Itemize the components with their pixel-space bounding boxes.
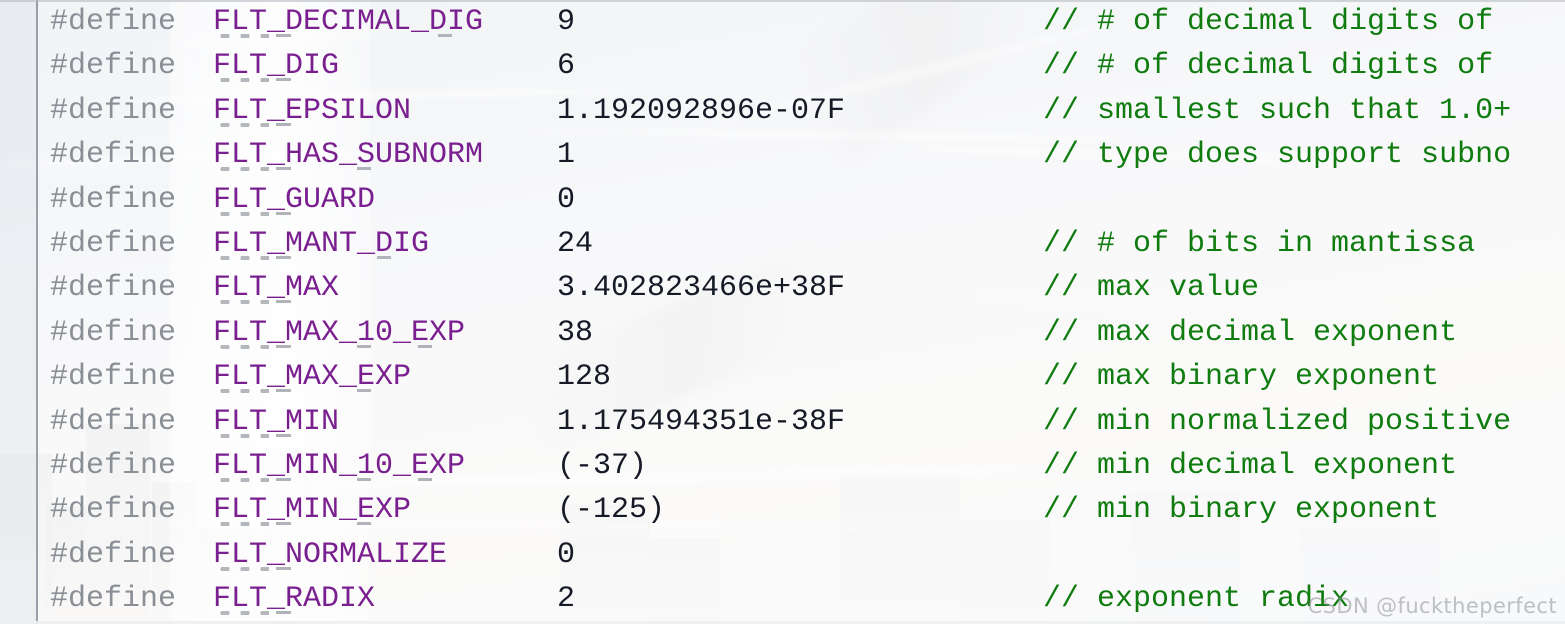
code-line[interactable]: #define FLT_MAX_EXP 128 // max binary expon… bbox=[0, 355, 1565, 399]
preprocessor-directive: #define bbox=[50, 182, 177, 217]
underscore-underline-mark bbox=[357, 522, 372, 526]
preprocessor-directive: #define bbox=[50, 271, 177, 306]
preprocessor-directive: #define bbox=[50, 537, 177, 572]
macro-value: 6 bbox=[557, 49, 576, 84]
macro-name[interactable]: FLT_DIG bbox=[213, 49, 339, 83]
macro-value: (-125) bbox=[557, 493, 666, 528]
preprocessor-directive: #define bbox=[50, 49, 177, 84]
preprocessor-directive: #define bbox=[50, 404, 177, 439]
preprocessor-directive: #define bbox=[50, 315, 177, 350]
macro-value: 0 bbox=[557, 182, 576, 217]
underscore-underline-mark bbox=[276, 255, 291, 259]
macro-name[interactable]: FLT_MIN_EXP bbox=[213, 493, 411, 527]
macro-name[interactable]: FLT_MAX_10_EXP bbox=[213, 316, 465, 350]
macro-value: 2 bbox=[557, 582, 576, 617]
preprocessor-directive: #define bbox=[50, 138, 177, 173]
preprocessor-directive: #define bbox=[50, 582, 177, 617]
code-line[interactable]: #define FLT_GUARD 0 bbox=[0, 178, 1565, 222]
code-line[interactable]: #define FLT_MANT_DIG 24 // # of bits in man… bbox=[0, 222, 1565, 266]
underscore-underline-mark bbox=[276, 566, 291, 570]
underscore-underline-mark bbox=[276, 300, 291, 304]
code-comment: // # of decimal digits of bbox=[1043, 49, 1494, 84]
macro-name[interactable]: FLT_MIN_10_EXP bbox=[213, 449, 465, 483]
underscore-underline-mark bbox=[417, 344, 432, 348]
macro-name[interactable]: FLT_HAS_SUBNORM bbox=[213, 138, 483, 172]
macro-name[interactable]: FLT_MANT_DIG bbox=[213, 227, 429, 261]
csdn-watermark: CSDN @fucktheperfect bbox=[1307, 594, 1557, 618]
macro-name[interactable]: FLT_MAX_EXP bbox=[213, 360, 411, 394]
underscore-underline-mark bbox=[276, 389, 291, 393]
macro-name[interactable]: FLT_RADIX bbox=[213, 582, 375, 616]
code-comment: // min decimal exponent bbox=[1043, 448, 1458, 483]
underscore-underline-mark bbox=[276, 211, 291, 215]
code-comment: // # of decimal digits of bbox=[1043, 5, 1494, 39]
code-comment: // max binary exponent bbox=[1043, 360, 1440, 395]
underscore-underline-mark bbox=[276, 522, 291, 526]
macro-value: 1 bbox=[557, 138, 576, 173]
macro-value: 24 bbox=[557, 226, 594, 261]
macro-value: (-37) bbox=[557, 448, 648, 483]
macro-value: 0 bbox=[557, 537, 576, 572]
code-line[interactable]: #define FLT_HAS_SUBNORM 1 // type does supp… bbox=[0, 133, 1565, 177]
macro-value: 128 bbox=[557, 360, 612, 395]
preprocessor-directive: #define bbox=[50, 5, 177, 39]
macro-name[interactable]: FLT_DECIMAL_DIG bbox=[213, 5, 483, 39]
underscore-underline-mark bbox=[276, 122, 291, 126]
code-comment: // max value bbox=[1043, 271, 1260, 306]
code-comment: // exponent radix bbox=[1043, 582, 1350, 617]
macro-value: 1.192092896e-07F bbox=[557, 93, 846, 128]
underscore-underline-mark bbox=[276, 611, 291, 615]
code-line[interactable]: #define FLT_MAX 3.402823466e+38F // max val… bbox=[0, 266, 1565, 310]
preprocessor-directive: #define bbox=[50, 448, 177, 483]
underscore-underline-mark bbox=[276, 433, 291, 437]
code-comment: // min normalized positive bbox=[1043, 404, 1512, 439]
code-line[interactable]: #define FLT_NORMALIZE 0 bbox=[0, 533, 1565, 577]
macro-name[interactable]: FLT_NORMALIZE bbox=[213, 538, 447, 572]
underscore-underline-mark bbox=[276, 167, 291, 171]
macro-value: 1.175494351e-38F bbox=[557, 404, 846, 439]
underscore-underline-mark bbox=[417, 477, 432, 481]
code-line[interactable]: #define FLT_MIN_EXP (-125) // min binary ex… bbox=[0, 488, 1565, 532]
underscore-underline-mark bbox=[276, 34, 291, 37]
preprocessor-directive: #define bbox=[50, 360, 177, 395]
underscore-underline-mark bbox=[276, 477, 291, 481]
underscore-underline-mark bbox=[357, 344, 372, 348]
code-line[interactable]: #define FLT_MIN 1.175494351e-38F // min nor… bbox=[0, 400, 1565, 444]
macro-name[interactable]: FLT_MIN bbox=[213, 405, 339, 439]
underscore-underline-mark bbox=[357, 167, 372, 171]
macro-value: 3.402823466e+38F bbox=[557, 271, 846, 306]
macro-name[interactable]: FLT_GUARD bbox=[213, 183, 375, 217]
code-comment: // max decimal exponent bbox=[1043, 315, 1458, 350]
code-line[interactable]: #define FLT_DECIMAL_DIG 9 // # of decimal d… bbox=[0, 0, 1565, 44]
code-line[interactable]: #define FLT_DIG 6 // # of decimal digits of bbox=[0, 44, 1565, 88]
macro-name[interactable]: FLT_EPSILON bbox=[213, 94, 411, 128]
underscore-underline-mark bbox=[357, 477, 372, 481]
code-line[interactable]: #define FLT_MIN_10_EXP (-37) // min decimal… bbox=[0, 444, 1565, 488]
macro-value: 38 bbox=[557, 315, 594, 350]
code-line[interactable]: #define FLT_MAX_10_EXP 38 // max decimal ex… bbox=[0, 311, 1565, 355]
preprocessor-directive: #define bbox=[50, 226, 177, 261]
macro-value: 9 bbox=[557, 5, 576, 39]
macro-name[interactable]: FLT_MAX bbox=[213, 271, 339, 305]
underscore-underline-mark bbox=[377, 255, 392, 259]
code-text-area[interactable]: #define FLT_DECIMAL_DIG 9 // # of decimal d… bbox=[0, 0, 1565, 624]
preprocessor-directive: #define bbox=[50, 93, 177, 128]
underscore-underline-mark bbox=[276, 344, 291, 348]
code-comment: // # of bits in mantissa bbox=[1043, 226, 1476, 261]
code-line[interactable]: #define FLT_EPSILON 1.192092896e-07F // sma… bbox=[0, 89, 1565, 133]
underscore-underline-mark bbox=[276, 78, 291, 82]
code-comment: // type does support subno bbox=[1043, 138, 1512, 173]
underscore-underline-mark bbox=[357, 389, 372, 393]
code-comment: // smallest such that 1.0+ bbox=[1043, 93, 1512, 128]
preprocessor-directive: #define bbox=[50, 493, 177, 528]
underscore-underline-mark bbox=[437, 34, 452, 37]
code-comment: // min binary exponent bbox=[1043, 493, 1440, 528]
code-editor-screenshot: #define FLT_DECIMAL_DIG 9 // # of decimal d… bbox=[0, 0, 1565, 624]
